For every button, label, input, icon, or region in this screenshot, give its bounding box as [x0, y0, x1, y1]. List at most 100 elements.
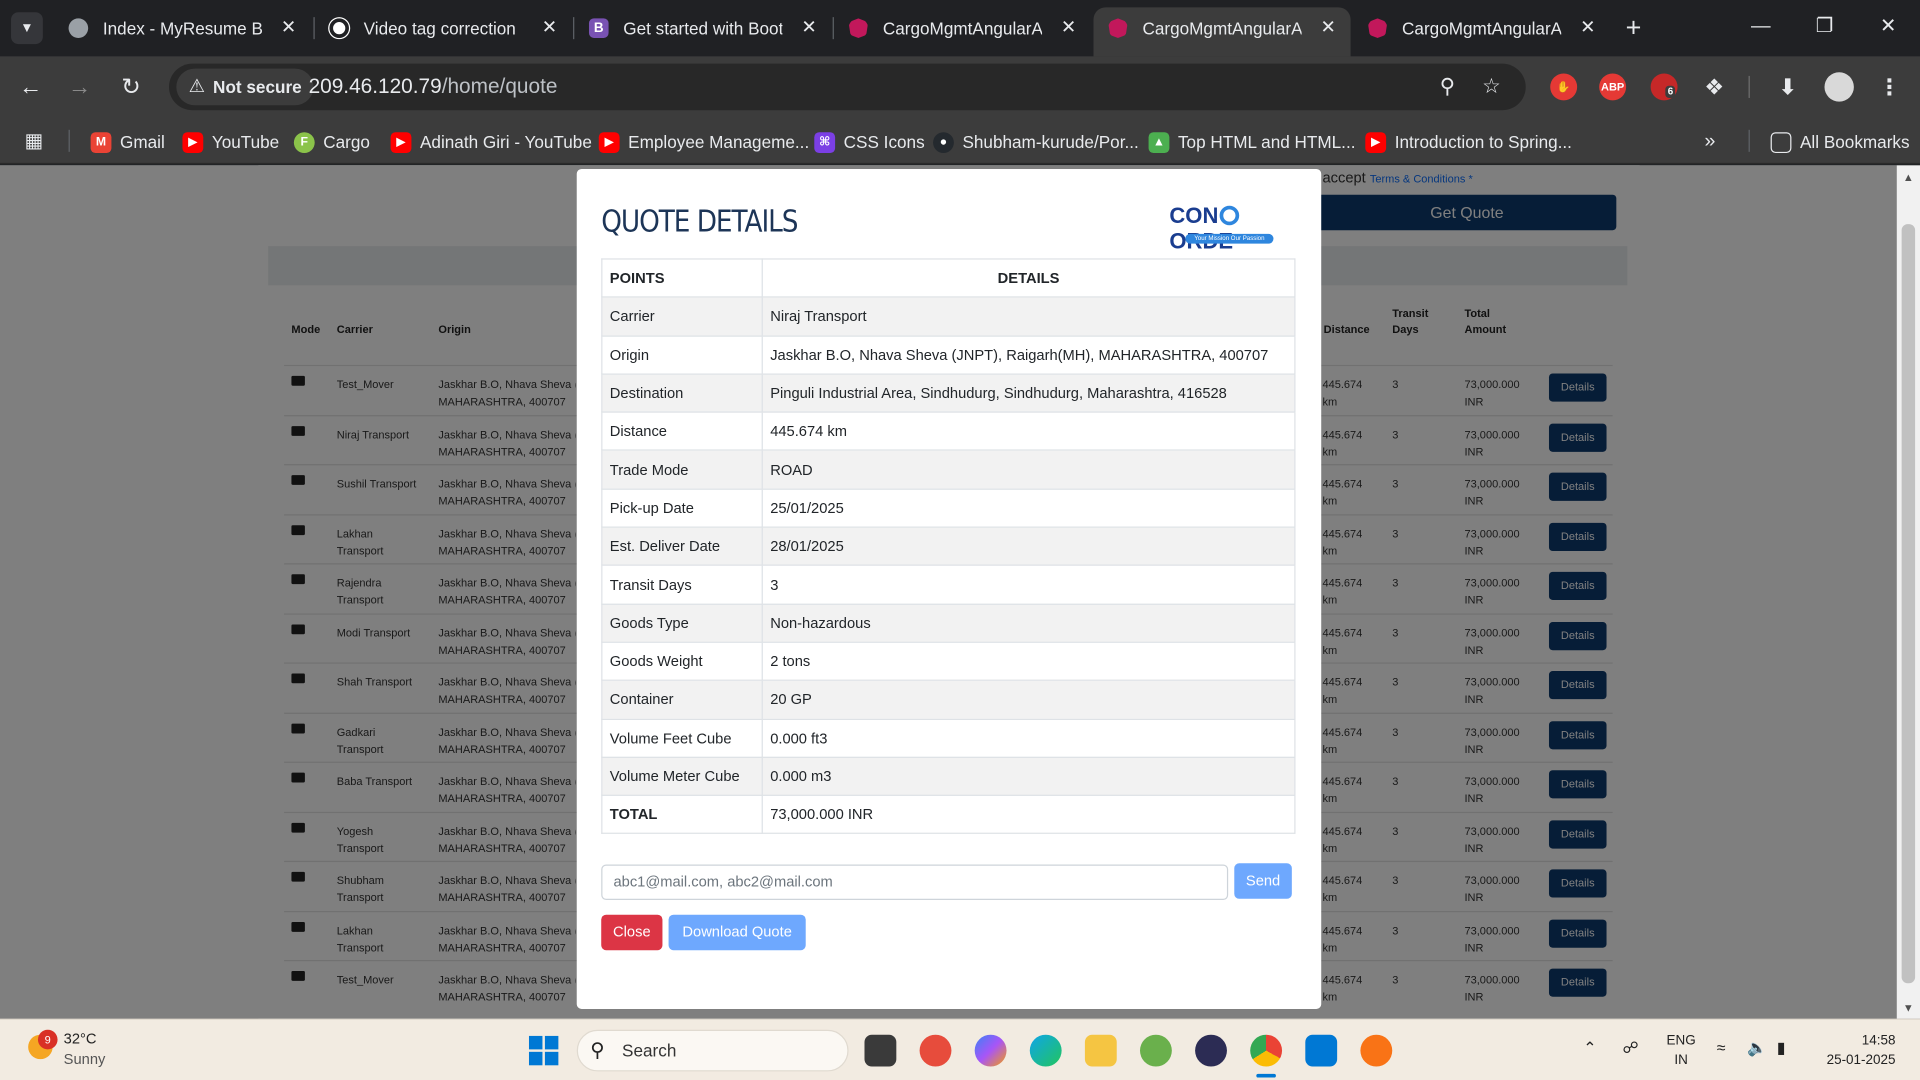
tab-search-chevron-icon[interactable]: ▼: [11, 12, 43, 45]
profile-avatar[interactable]: [1824, 72, 1854, 102]
restore-icon[interactable]: ❐: [1800, 10, 1849, 44]
url-host: 209.46.120.79: [308, 74, 442, 98]
quote-row-key: Est. Deliver Date: [601, 526, 763, 567]
youtube-icon: ▶: [390, 132, 412, 154]
apps-grid-icon[interactable]: ▦: [24, 127, 43, 156]
page-scrollbar[interactable]: ▲ ▼: [1896, 165, 1920, 1019]
download-quote-button[interactable]: Download Quote: [668, 914, 806, 951]
close-button[interactable]: Close: [601, 914, 663, 951]
bookmark-css-icons[interactable]: ⌘ CSS Icons: [814, 127, 925, 156]
browser-tab-4[interactable]: CargoMgmtAngularApp ✕: [834, 7, 1091, 49]
eclipse-icon[interactable]: [1195, 1034, 1227, 1067]
bookmark-top-html[interactable]: ▲ Top HTML and HTML...: [1148, 127, 1355, 156]
bookmark-intro-spring[interactable]: ▶ Introduction to Spring...: [1365, 127, 1572, 156]
quote-row-key: Destination: [601, 373, 763, 413]
copilot-icon[interactable]: [974, 1034, 1007, 1067]
minimize-icon[interactable]: —: [1736, 10, 1785, 44]
scroll-down-arrow-icon[interactable]: ▼: [1897, 998, 1920, 1018]
wps-office-icon[interactable]: [919, 1034, 952, 1067]
edge-icon[interactable]: [1029, 1034, 1062, 1067]
scroll-up-arrow-icon[interactable]: ▲: [1897, 168, 1920, 188]
bootstrap-icon: B: [588, 18, 609, 38]
close-tab-icon[interactable]: ✕: [281, 7, 296, 49]
quote-row-key: Volume Feet Cube: [601, 718, 763, 758]
close-window-icon[interactable]: ✕: [1864, 10, 1913, 44]
windows-taskbar: 9 32°C Sunny ⚲ Search ⌃ ☍ ENG IN ≈ 🔈 ▮ 14…: [0, 1018, 1920, 1080]
download-icon[interactable]: ⬇: [1774, 73, 1801, 100]
active-app-indicator: [1256, 1073, 1276, 1078]
total-label: TOTAL: [601, 794, 763, 835]
volume-icon[interactable]: 🔈: [1747, 1038, 1767, 1058]
task-view-icon[interactable]: [864, 1034, 897, 1067]
security-badge[interactable]: ⚠ Not secure: [176, 68, 314, 106]
tray-chevron-up-icon[interactable]: ⌃: [1583, 1038, 1596, 1058]
new-tab-plus-icon[interactable]: +: [1619, 12, 1648, 44]
browser-tab-1[interactable]: Index - MyResume Boots ✕: [54, 7, 311, 49]
hand-extension-icon[interactable]: ✋: [1550, 73, 1578, 101]
browser-tab-2[interactable]: Video tag correction ✕: [315, 7, 572, 49]
bookmark-label: Adinath Giri - YouTube: [420, 132, 592, 152]
logo-ring-icon: [1219, 205, 1240, 226]
red-extension-icon[interactable]: 6: [1650, 73, 1678, 101]
browser-tab-6[interactable]: CargoMgmtAngularApp ✕: [1353, 7, 1610, 49]
spring-tool-icon[interactable]: [1140, 1034, 1172, 1067]
kebab-menu-icon[interactable]: ⋮: [1876, 73, 1903, 100]
puzzle-extensions-icon[interactable]: ❖: [1701, 73, 1728, 100]
battery-icon[interactable]: ▮: [1777, 1038, 1786, 1058]
back-arrow-icon[interactable]: ←: [15, 72, 47, 104]
postman-icon[interactable]: [1360, 1034, 1393, 1067]
close-tab-icon[interactable]: ✕: [801, 7, 816, 49]
system-clock[interactable]: 14:58 25-01-2025: [1815, 1031, 1896, 1070]
weather-condition[interactable]: Sunny: [64, 1051, 106, 1068]
mountain-icon: ▲: [1148, 132, 1170, 154]
gmail-icon: M: [90, 132, 112, 154]
angular-icon: [848, 18, 869, 38]
network-globe-icon[interactable]: ☍: [1622, 1038, 1638, 1058]
close-tab-icon[interactable]: ✕: [1061, 7, 1076, 49]
quote-row: Distance 445.674 km: [601, 411, 1296, 452]
browser-tab-5-active[interactable]: CargoMgmtAngularApp ✕: [1093, 7, 1351, 57]
bookmark-adinath-giri[interactable]: ▶ Adinath Giri - YouTube: [390, 127, 592, 156]
bookmark-employee-management[interactable]: ▶ Employee Manageme...: [598, 127, 809, 156]
send-button[interactable]: Send: [1234, 863, 1292, 899]
reload-icon[interactable]: ↻: [115, 72, 147, 104]
security-label: Not secure: [213, 77, 302, 97]
bookmark-cargo[interactable]: F Cargo: [293, 127, 370, 156]
close-tab-icon[interactable]: ✕: [542, 7, 557, 49]
close-tab-icon[interactable]: ✕: [1580, 7, 1595, 49]
all-bookmarks[interactable]: All Bookmarks: [1770, 127, 1910, 156]
forward-arrow-icon[interactable]: →: [64, 72, 96, 104]
youtube-icon: ▶: [598, 132, 620, 154]
file-explorer-icon[interactable]: [1084, 1034, 1117, 1067]
bookmark-gmail[interactable]: M Gmail: [90, 127, 165, 156]
more-bookmarks-chevron-icon[interactable]: »: [1704, 127, 1715, 156]
quote-row-value: 25/01/2025: [761, 488, 1296, 528]
windows-start-icon[interactable]: [528, 1035, 559, 1066]
close-tab-icon[interactable]: ✕: [1321, 7, 1336, 49]
clock-time: 14:58: [1861, 1033, 1896, 1049]
weather-badge: 9: [37, 1029, 58, 1050]
email-recipients-input[interactable]: abc1@mail.com, abc2@mail.com: [601, 864, 1229, 901]
quote-row: Trade Mode ROAD: [601, 449, 1296, 490]
input-language[interactable]: ENG IN: [1667, 1031, 1696, 1070]
vscode-icon[interactable]: [1305, 1034, 1338, 1067]
wifi-icon[interactable]: ≈: [1717, 1038, 1726, 1056]
url-text[interactable]: 209.46.120.79/home/quote: [309, 64, 558, 111]
quote-row: Volume Meter Cube 0.000 m3: [601, 756, 1296, 797]
quote-row-key: Trade Mode: [601, 449, 763, 490]
weather-temp[interactable]: 32°C: [64, 1030, 97, 1047]
bookmark-youtube[interactable]: ▶ YouTube: [182, 127, 279, 156]
browser-tab-3[interactable]: B Get started with Bootstr ✕: [574, 7, 831, 49]
bookmark-github-shubham[interactable]: ● Shubham-kurude/Por...: [933, 127, 1139, 156]
abp-extension-icon[interactable]: ABP: [1599, 73, 1627, 101]
scroll-thumb[interactable]: [1901, 224, 1916, 984]
address-bar[interactable]: ⚠ Not secure 209.46.120.79/home/quote ⚲ …: [168, 63, 1526, 111]
taskbar-search[interactable]: ⚲ Search: [576, 1029, 849, 1072]
zoom-magnifier-icon[interactable]: ⚲: [1434, 73, 1461, 100]
quote-row-key: Goods Weight: [601, 641, 763, 682]
quote-row-value: ROAD: [761, 449, 1296, 490]
bookmark-star-icon[interactable]: ☆: [1478, 73, 1505, 100]
quote-row: Goods Weight 2 tons: [601, 641, 1296, 682]
chrome-icon[interactable]: [1250, 1034, 1283, 1067]
extension-badge: 6: [1665, 85, 1676, 98]
